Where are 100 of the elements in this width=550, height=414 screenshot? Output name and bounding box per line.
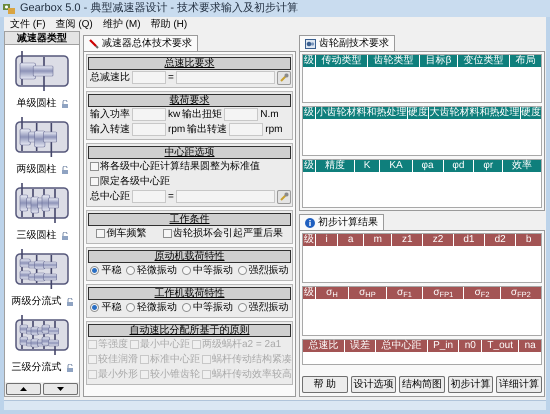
up-arrow-icon: [20, 387, 27, 391]
checkbox[interactable]: 倒车频繁: [96, 226, 146, 241]
column-header: σ$_{F2}$: [464, 287, 500, 299]
tab[interactable]: 减速器总体技术要求: [83, 35, 198, 51]
tab[interactable]: 齿轮副技术要求: [299, 35, 395, 51]
input-field[interactable]: [229, 123, 264, 136]
column-header: σ$_{HP}$: [348, 287, 386, 299]
column-header: KA: [380, 160, 412, 172]
menu-item[interactable]: 查阅 (Q): [56, 16, 93, 32]
column-header: P_in: [428, 340, 458, 352]
action-button[interactable]: 初步计算: [448, 376, 494, 393]
column-header: 总中心距: [376, 340, 427, 352]
panel-header: 减速器类型: [5, 32, 79, 45]
input-field[interactable]: [132, 123, 166, 136]
checkbox[interactable]: 限定各级中心距: [90, 174, 170, 189]
gearbox-type-label[interactable]: 单级圆柱: [16, 96, 56, 111]
column-header: 效率: [503, 160, 541, 172]
action-button[interactable]: 帮 助: [302, 376, 348, 393]
column-header: n0: [459, 340, 482, 352]
menu-item[interactable]: 文件 (F): [10, 16, 46, 32]
unit-label: N.m: [260, 108, 279, 122]
section-header: 总速比要求: [88, 57, 291, 70]
column-header: 硬度: [520, 107, 541, 120]
checkbox: 最小外形: [88, 367, 138, 382]
tab[interactable]: 初步计算结果: [299, 214, 384, 230]
column-header: σ$_{FP1}$: [423, 287, 464, 299]
gearbox-type-label[interactable]: 两级圆柱: [16, 162, 56, 177]
column-header: φr: [474, 160, 502, 172]
checkbox: 两级蜗杆a2 = 2a1: [192, 337, 282, 352]
column-header: T_out: [482, 340, 518, 352]
tool-icon: [280, 73, 288, 82]
radio-button[interactable]: 平稳: [90, 300, 122, 315]
radio-button[interactable]: 强烈振动: [238, 263, 289, 278]
field-label: 输出转速: [187, 122, 228, 137]
info-icon: [305, 218, 315, 228]
column-header: φd: [444, 160, 474, 172]
checkbox[interactable]: 将各级中心距计算结果圆整为标准值: [90, 159, 260, 174]
scroll-down-button[interactable]: [43, 383, 78, 395]
gearbox-drawing: [14, 115, 70, 159]
radio-button[interactable]: 轻微振动: [126, 263, 178, 278]
field-label: 输出扭矩: [182, 108, 222, 122]
column-header: φa: [412, 160, 442, 172]
radio-button[interactable]: 轻微振动: [126, 300, 178, 315]
field-label: =: [168, 190, 174, 204]
gearbox-drawing: [14, 247, 70, 291]
menu-item[interactable]: 帮助 (H): [150, 16, 188, 32]
calculate-button[interactable]: [277, 190, 291, 204]
radio-button[interactable]: 强烈振动: [238, 300, 289, 315]
radio-button[interactable]: 平稳: [90, 263, 122, 278]
input-field[interactable]: [132, 108, 166, 121]
section-header: 工作机载荷特性: [88, 287, 291, 300]
column-header: 传动类型: [316, 55, 368, 67]
down-arrow-icon: [57, 387, 64, 391]
calculate-button[interactable]: [277, 70, 291, 84]
column-header: b: [516, 234, 541, 246]
checkbox: 较小锥齿轮: [140, 367, 200, 382]
field-label: 输入功率: [90, 108, 130, 122]
column-header: i: [316, 234, 338, 246]
column-header: 误差: [344, 340, 376, 352]
column-header: 小齿轮材料和热处理: [316, 107, 406, 120]
input-field[interactable]: [176, 71, 275, 84]
gearbox-drawing: [14, 49, 70, 93]
section-header: 工作条件: [88, 213, 291, 226]
checkbox[interactable]: 齿轮损坏会引起严重后果: [162, 226, 283, 241]
section-header: 载荷要求: [88, 94, 291, 107]
action-button[interactable]: 详细计算: [496, 376, 542, 393]
field-label: 总减速比: [90, 70, 130, 85]
radio-button[interactable]: 中等振动: [182, 263, 233, 278]
input-field[interactable]: [176, 190, 275, 203]
column-header: σ$_{F1}$: [386, 287, 422, 299]
column-header: 大齿轮材料和热处理: [429, 107, 520, 120]
gearbox-type-label[interactable]: 三级圆柱: [16, 228, 56, 243]
column-header: na: [519, 340, 541, 352]
gearbox-type-label[interactable]: 三级分流式: [12, 360, 62, 375]
checkbox: 最小中心距: [130, 337, 190, 352]
action-button[interactable]: 结构简图: [399, 376, 445, 393]
field-label: =: [168, 71, 174, 85]
gearbox-type-label[interactable]: 两级分流式: [12, 294, 62, 309]
lock-icon: [62, 166, 68, 174]
radio-button[interactable]: 中等振动: [182, 300, 233, 315]
column-header: 精度: [316, 160, 354, 172]
column-header: 级: [303, 234, 315, 246]
tool-icon: [280, 192, 288, 201]
input-field[interactable]: [132, 71, 166, 84]
unit-label: rpm: [265, 123, 282, 137]
action-button[interactable]: 设计选项: [350, 376, 396, 393]
scroll-up-button[interactable]: [6, 383, 41, 395]
field-label: 输入转速: [90, 122, 130, 137]
column-header: 齿轮类型: [368, 55, 420, 67]
input-field[interactable]: [224, 108, 258, 121]
column-header: 级: [303, 287, 315, 299]
menu-item[interactable]: 维护 (M): [102, 16, 141, 32]
column-header: d2: [485, 234, 516, 246]
wrench-icon: [89, 38, 99, 48]
checkbox: 较佳润滑: [88, 352, 138, 367]
column-header: σ$_{H}$: [316, 287, 348, 299]
column-header: 目标β: [420, 55, 457, 67]
checkbox: 蜗杆传动结构紧凑: [202, 352, 292, 367]
input-field[interactable]: [132, 190, 166, 203]
column-header: z2: [423, 234, 453, 246]
